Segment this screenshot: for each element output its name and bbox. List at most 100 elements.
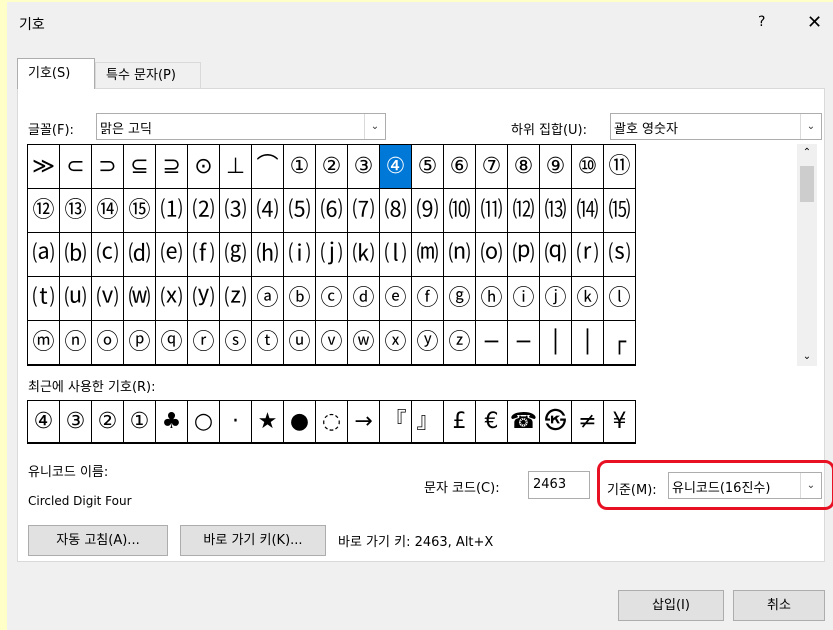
tab-special-characters[interactable]: 특수 문자(P) [95,62,201,89]
recent-symbol-cell[interactable]: ≠ [572,401,604,443]
recent-symbol-cell[interactable]: ★ [252,401,284,443]
symbol-cell[interactable]: ⒜ [28,233,60,277]
symbol-cell[interactable]: ⑷ [252,189,284,233]
shortcut-key-button[interactable]: 바로 가기 키(K)... [180,525,326,556]
char-code-input[interactable]: 2463 [528,471,590,499]
insert-button[interactable]: 삽입(I) [618,590,724,621]
symbol-cell[interactable]: ⓧ [380,321,412,365]
symbol-cell[interactable]: ⓓ [348,277,380,321]
symbol-cell[interactable]: ⑥ [444,145,476,189]
symbol-cell[interactable]: ─ [476,321,508,365]
symbol-cell[interactable]: ⓖ [444,277,476,321]
symbol-cell[interactable]: ⓔ [380,277,412,321]
symbol-cell[interactable]: ⒞ [92,233,124,277]
cancel-button[interactable]: 취소 [733,590,825,621]
symbol-cell[interactable]: ⓟ [124,321,156,365]
symbol-cell[interactable]: ⓞ [92,321,124,365]
chevron-down-icon[interactable]: ⌄ [800,114,821,139]
recent-symbol-cell[interactable]: ● [284,401,316,443]
symbol-cell[interactable]: ⑵ [188,189,220,233]
symbol-cell[interactable]: ⓩ [444,321,476,365]
recent-symbol-cell[interactable]: ③ [60,401,92,443]
recent-symbol-cell[interactable]: ♣ [156,401,188,443]
recent-symbol-cell[interactable]: ② [92,401,124,443]
symbol-cell[interactable]: ⑭ [92,189,124,233]
symbol-cell[interactable]: ⓤ [284,321,316,365]
symbol-cell[interactable]: ⒂ [604,189,636,233]
symbol-cell[interactable]: ⊂ [60,145,92,189]
help-button[interactable]: ? [758,14,765,30]
symbol-cell[interactable]: ⓝ [60,321,92,365]
recent-symbol-cell[interactable]: ① [124,401,156,443]
close-button[interactable]: ✕ [807,12,822,33]
recent-symbol-cell[interactable]: € [476,401,508,443]
symbol-cell[interactable]: ⒱ [92,277,124,321]
symbol-cell[interactable]: ⓚ [572,277,604,321]
font-combobox[interactable]: 맑은 고딕 ⌄ [96,113,386,140]
subset-combobox[interactable]: 괄호 영숫자 ⌄ [610,113,822,140]
symbol-cell[interactable]: ⒦ [348,233,380,277]
recent-symbol-cell[interactable]: £ [444,401,476,443]
symbol-cell[interactable]: ⒰ [60,277,92,321]
symbol-cell[interactable]: ⒪ [476,233,508,277]
symbol-cell[interactable]: ⓨ [412,321,444,365]
symbol-cell[interactable]: ⊇ [156,145,188,189]
recent-symbol-cell[interactable]: ○ [188,401,220,443]
symbol-cell[interactable]: ⒮ [604,233,636,277]
symbol-cell[interactable]: ⑿ [508,189,540,233]
symbol-cell[interactable]: ≫ [28,145,60,189]
symbol-cell[interactable]: ⒨ [412,233,444,277]
symbol-cell[interactable]: ⑦ [476,145,508,189]
symbol-grid[interactable]: ≫ ⊂ ⊃ ⊆ ⊇ ⊙ ⊥ ⌒ ① ② ③ ④ ⑤ ⑥ ⑦ ⑧ ⑨ ⑩ ⑪ ⑫ ⑬ ⑭ ⑮ ⑴ ⑵ ⑶ ⑷ ⑸ ⑹ ⑺ ⑻ ⑼ ⑽ ⑾ ⑿ ⒀ ⒁ ⒂ ⒜ ⒝… [27,144,636,366]
recent-symbol-cell[interactable]: 』 [412,401,444,443]
symbol-cell[interactable]: ⓑ [284,277,316,321]
symbol-cell[interactable]: ⒁ [572,189,604,233]
symbol-grid-scrollbar[interactable]: ⌃ ⌄ [797,144,817,366]
symbol-cell[interactable]: ⑧ [508,145,540,189]
recent-symbol-cell[interactable]: ◌ [316,401,348,443]
symbol-cell[interactable]: ⒬ [540,233,572,277]
symbol-cell[interactable]: ⓢ [220,321,252,365]
symbol-cell[interactable]: ⒩ [444,233,476,277]
symbol-cell[interactable]: ⓘ [508,277,540,321]
symbol-cell[interactable]: ┌ [604,321,636,365]
recent-symbol-cell[interactable]: → [348,401,380,443]
recent-symbol-cell[interactable]: ¥ [604,401,636,443]
symbol-cell[interactable]: ⓦ [348,321,380,365]
symbol-cell[interactable]: ② [316,145,348,189]
symbol-cell[interactable]: ⒤ [284,233,316,277]
symbol-cell[interactable]: ⒟ [124,233,156,277]
symbol-cell[interactable]: ⑺ [348,189,380,233]
symbol-cell[interactable]: │ [540,321,572,365]
symbol-cell[interactable]: ⑶ [220,189,252,233]
symbol-cell[interactable]: ⒥ [316,233,348,277]
symbol-cell[interactable]: ⓗ [476,277,508,321]
symbol-cell[interactable]: ⌒ [252,145,284,189]
symbol-cell[interactable]: ⓐ [252,277,284,321]
symbol-cell[interactable]: ⒠ [156,233,188,277]
symbol-cell[interactable]: ⒧ [380,233,412,277]
symbol-cell[interactable]: ⒡ [188,233,220,277]
recent-symbol-cell[interactable]: ㉿ [540,401,572,443]
symbol-cell[interactable]: ⒳ [156,277,188,321]
recent-symbol-cell[interactable]: ☎ [508,401,540,443]
symbol-cell[interactable]: ⓥ [316,321,348,365]
symbol-cell[interactable]: ⓛ [604,277,636,321]
symbol-cell[interactable]: ⒀ [540,189,572,233]
symbol-cell[interactable]: ⒝ [60,233,92,277]
symbol-cell[interactable]: ⑨ [540,145,572,189]
symbol-cell[interactable]: ⑻ [380,189,412,233]
symbol-cell[interactable]: │ [572,321,604,365]
recent-symbol-cell[interactable]: · [220,401,252,443]
symbol-cell[interactable]: ─ [508,321,540,365]
symbol-cell[interactable]: ⒲ [124,277,156,321]
symbol-cell[interactable]: ⊃ [92,145,124,189]
symbol-cell[interactable]: ⑩ [572,145,604,189]
symbol-cell[interactable]: ⓡ [188,321,220,365]
symbol-cell[interactable]: ⑪ [604,145,636,189]
symbol-cell[interactable]: ⒣ [252,233,284,277]
symbol-cell[interactable]: ⑸ [284,189,316,233]
symbol-cell[interactable]: ⒵ [220,277,252,321]
chevron-down-icon[interactable]: ⌄ [364,114,385,139]
tab-symbols[interactable]: 기호(S) [17,58,95,89]
